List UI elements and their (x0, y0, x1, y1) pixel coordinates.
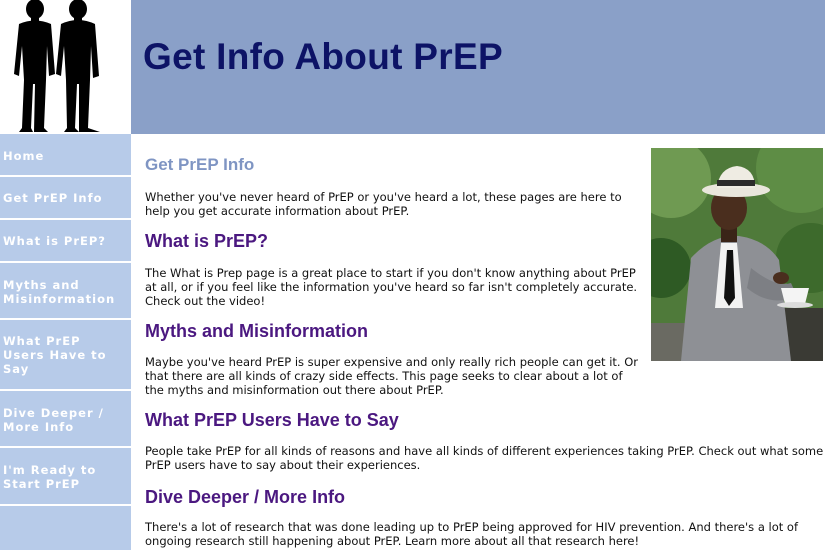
heading-myths: Myths and Misinformation (145, 321, 369, 341)
section-title: Get PrEP Info (145, 155, 255, 174)
page-title: Get Info About PrEP (143, 36, 503, 77)
heading-users-say: What PrEP Users Have to Say (145, 410, 399, 430)
heading-dive-deeper: Dive Deeper / More Info (145, 487, 346, 507)
sidebar-item-users-say[interactable]: What PrEP Users Have to Say (0, 320, 131, 391)
two-men-silhouette-icon (14, 0, 100, 132)
sidebar-item-label: Myths and Misinformation (3, 278, 116, 306)
intro-text: Whether you've never heard of PrEP or yo… (145, 190, 622, 218)
photo-illustration (651, 148, 823, 361)
dive-deeper-text: There's a lot of research that was done … (145, 520, 798, 548)
sidebar-item-label: Get PrEP Info (3, 191, 103, 205)
sidebar: Home Get PrEP Info What is PrEP? Myths a… (0, 134, 131, 550)
sidebar-item-get-prep-info[interactable]: Get PrEP Info (0, 177, 131, 220)
sidebar-item-label: What is PrEP? (3, 234, 106, 248)
sidebar-item-label: What PrEP Users Have to Say (3, 334, 107, 376)
sidebar-item-what-is-prep[interactable]: What is PrEP? (0, 220, 131, 263)
heading-what-is-prep: What is PrEP? (145, 231, 269, 251)
header-banner: Get Info About PrEP (131, 0, 825, 134)
myths-text: Maybe you've heard PrEP is super expensi… (145, 355, 638, 397)
sidebar-item-home[interactable]: Home (0, 134, 131, 177)
sidebar-item-myths[interactable]: Myths and Misinformation (0, 263, 131, 320)
sidebar-item-label: I'm Ready to Start PrEP (3, 463, 97, 491)
site-logo[interactable] (0, 0, 131, 134)
users-say-text: People take PrEP for all kinds of reason… (145, 444, 824, 472)
sidebar-item-label: Dive Deeper / More Info (3, 406, 104, 434)
man-with-hat-photo (651, 148, 823, 361)
sidebar-item-ready-to-start[interactable]: I'm Ready to Start PrEP (0, 448, 131, 506)
sidebar-item-label: Home (3, 149, 45, 163)
sidebar-item-dive-deeper[interactable]: Dive Deeper / More Info (0, 391, 131, 448)
what-is-prep-text: The What is Prep page is a great place t… (145, 266, 638, 308)
